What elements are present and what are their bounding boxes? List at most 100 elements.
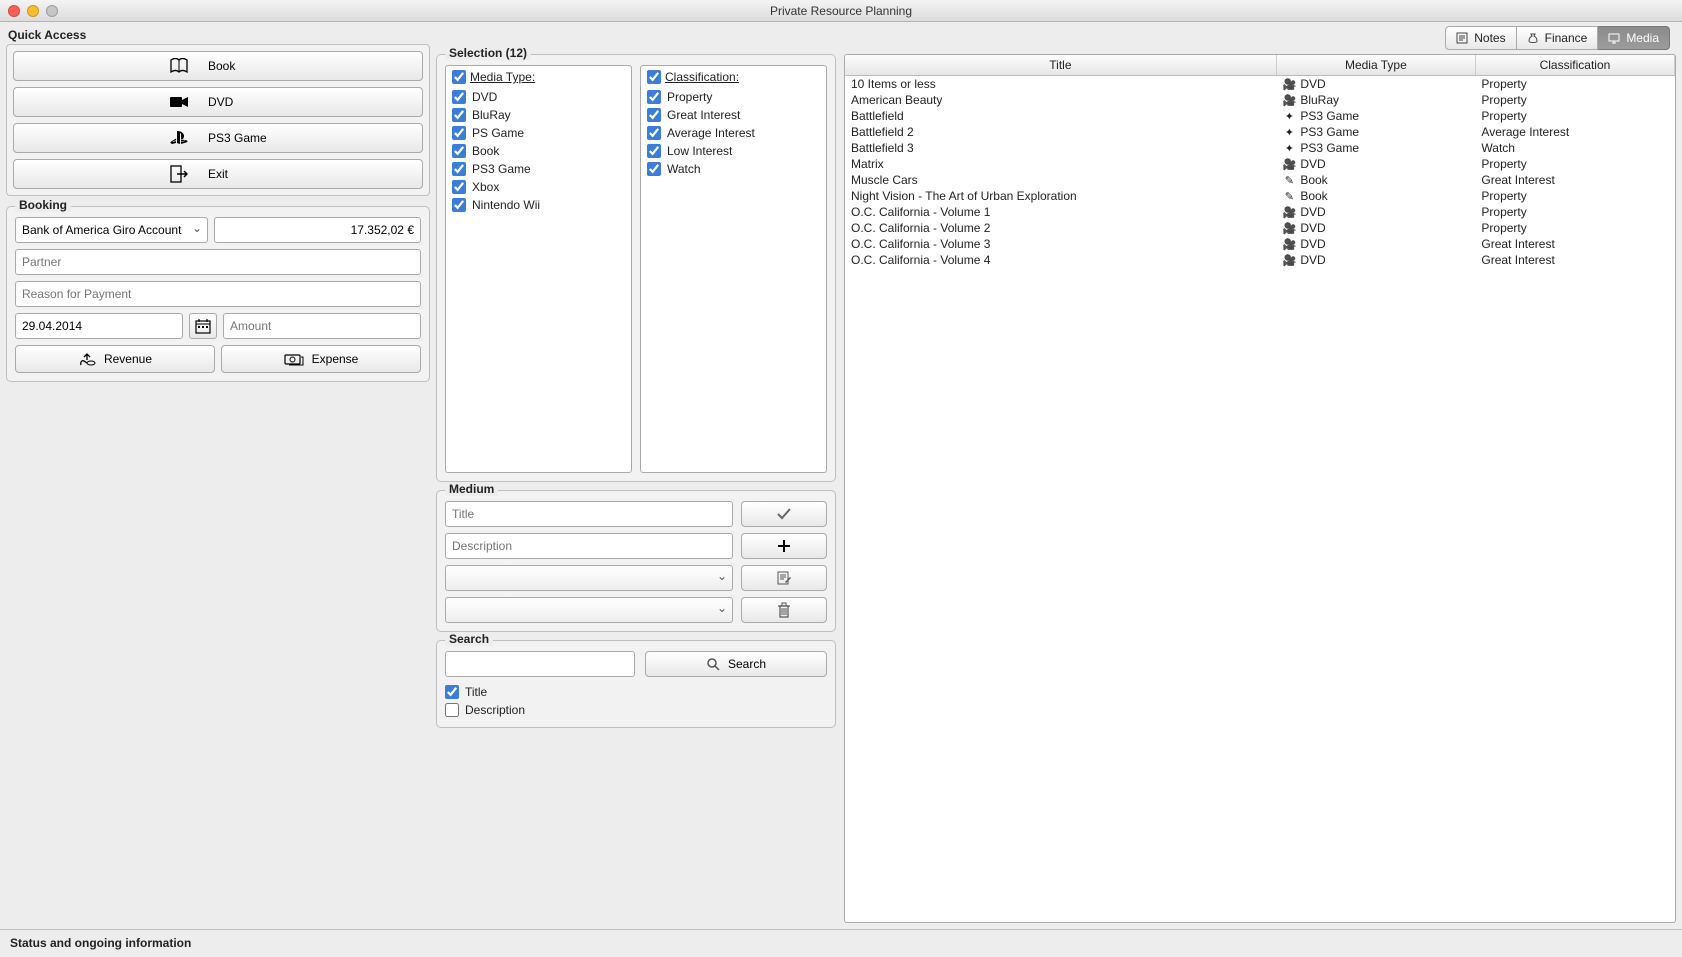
media-type-checkbox[interactable] <box>452 108 466 122</box>
medium-classification-select[interactable] <box>445 597 733 623</box>
video-camera-icon: 🎥 <box>1282 238 1296 251</box>
table-row[interactable]: Muscle Cars✎BookGreat Interest <box>845 172 1675 188</box>
medium-confirm-button[interactable] <box>741 501 827 527</box>
table-row[interactable]: Matrix🎥DVDProperty <box>845 156 1675 172</box>
medium-title-input[interactable] <box>445 501 733 527</box>
revenue-button[interactable]: Revenue <box>15 345 215 373</box>
media-type-option-label: BluRay <box>472 108 511 122</box>
table-row[interactable]: O.C. California - Volume 4🎥DVDGreat Inte… <box>845 252 1675 268</box>
amount-input[interactable] <box>223 313 421 339</box>
expense-button[interactable]: Expense <box>221 345 421 373</box>
tab-notes[interactable]: Notes <box>1445 26 1516 50</box>
classification-checkbox[interactable] <box>647 162 661 176</box>
quick-access-book-label: Book <box>208 59 268 73</box>
revenue-icon <box>78 352 96 366</box>
table-row[interactable]: O.C. California - Volume 2🎥DVDProperty <box>845 220 1675 236</box>
classification-checkbox[interactable] <box>647 144 661 158</box>
medium-delete-button[interactable] <box>741 597 827 623</box>
cell-classification: Property <box>1475 188 1674 204</box>
media-type-checkbox[interactable] <box>452 198 466 212</box>
cell-media-type: 🎥DVD <box>1276 156 1475 172</box>
search-description-checkbox[interactable] <box>445 703 459 717</box>
media-type-option-label: Nintendo Wii <box>472 198 540 212</box>
classification-checkbox[interactable] <box>647 108 661 122</box>
quick-access-dvd-button[interactable]: DVD <box>13 87 423 117</box>
search-title-checkbox[interactable] <box>445 685 459 699</box>
cell-media-type: ✦PS3 Game <box>1276 108 1475 124</box>
search-input[interactable] <box>445 651 635 677</box>
classification-checkbox[interactable] <box>647 90 661 104</box>
calendar-icon <box>195 318 211 334</box>
cell-classification: Great Interest <box>1475 172 1674 188</box>
game-icon: ✦ <box>1282 126 1296 139</box>
col-header-media-type[interactable]: Media Type <box>1276 55 1475 76</box>
table-row[interactable]: O.C. California - Volume 1🎥DVDProperty <box>845 204 1675 220</box>
quick-access-ps3-button[interactable]: PS3 Game <box>13 123 423 153</box>
quick-access-ps3-label: PS3 Game <box>208 131 268 145</box>
cell-title: O.C. California - Volume 2 <box>845 220 1276 236</box>
tab-finance[interactable]: Finance <box>1517 26 1599 50</box>
booking-group: Booking Bank of America Giro Account <box>6 206 430 382</box>
reason-input[interactable] <box>15 281 421 307</box>
tab-notes-label: Notes <box>1474 31 1505 45</box>
col-header-title[interactable]: Title <box>845 55 1276 76</box>
partner-input[interactable] <box>15 249 421 275</box>
cell-media-type: 🎥DVD <box>1276 236 1475 252</box>
media-type-panel: Media Type: DVDBluRayPS GameBookPS3 Game… <box>445 65 632 473</box>
calendar-button[interactable] <box>189 313 217 339</box>
cell-classification: Great Interest <box>1475 236 1674 252</box>
media-type-all-checkbox[interactable] <box>452 70 466 84</box>
quick-access-book-button[interactable]: Book <box>13 51 423 81</box>
media-type-checkbox[interactable] <box>452 126 466 140</box>
table-row[interactable]: American Beauty🎥BluRayProperty <box>845 92 1675 108</box>
zoom-window-button[interactable] <box>46 5 58 17</box>
quick-access-exit-button[interactable]: Exit <box>13 159 423 189</box>
video-camera-icon: 🎥 <box>1282 254 1296 267</box>
close-window-button[interactable] <box>8 5 20 17</box>
account-select[interactable]: Bank of America Giro Account <box>15 217 208 243</box>
medium-edit-button[interactable] <box>741 565 827 591</box>
table-row[interactable]: Battlefield 2✦PS3 GameAverage Interest <box>845 124 1675 140</box>
medium-label: Medium <box>445 482 498 496</box>
booking-label: Booking <box>15 198 71 212</box>
classification-all-checkbox[interactable] <box>647 70 661 84</box>
cell-title: American Beauty <box>845 92 1276 108</box>
media-type-checkbox[interactable] <box>452 162 466 176</box>
date-input[interactable] <box>15 313 183 339</box>
cell-title: O.C. California - Volume 3 <box>845 236 1276 252</box>
medium-description-input[interactable] <box>445 533 733 559</box>
expense-label: Expense <box>312 352 359 366</box>
classification-option-label: Average Interest <box>667 126 755 140</box>
medium-type-select[interactable] <box>445 565 733 591</box>
cell-title: 10 Items or less <box>845 76 1276 93</box>
table-row[interactable]: Battlefield✦PS3 GameProperty <box>845 108 1675 124</box>
edit-note-icon <box>776 570 792 586</box>
titlebar: Private Resource Planning <box>0 0 1682 22</box>
media-table[interactable]: Title Media Type Classification 10 Items… <box>844 54 1676 923</box>
plus-icon <box>777 539 791 553</box>
money-bag-icon <box>1527 32 1539 44</box>
table-row[interactable]: 10 Items or less🎥DVDProperty <box>845 76 1675 93</box>
tab-finance-label: Finance <box>1545 31 1588 45</box>
cell-media-type: 🎥DVD <box>1276 220 1475 236</box>
media-type-checkbox[interactable] <box>452 180 466 194</box>
media-type-option-label: PS Game <box>472 126 524 140</box>
media-type-checkbox[interactable] <box>452 90 466 104</box>
monitor-icon <box>1608 32 1620 44</box>
book-icon <box>168 58 190 74</box>
classification-checkbox[interactable] <box>647 126 661 140</box>
col-header-classification[interactable]: Classification <box>1475 55 1674 76</box>
medium-add-button[interactable] <box>741 533 827 559</box>
cell-title: Battlefield <box>845 108 1276 124</box>
search-button[interactable]: Search <box>645 651 827 677</box>
selection-group: Selection (12) Media Type: DVDBluRayPS G… <box>436 54 836 482</box>
tab-media[interactable]: Media <box>1598 26 1670 50</box>
table-row[interactable]: O.C. California - Volume 3🎥DVDGreat Inte… <box>845 236 1675 252</box>
book-icon: ✎ <box>1282 174 1296 187</box>
media-type-checkbox[interactable] <box>452 144 466 158</box>
classification-option-label: Low Interest <box>667 144 732 158</box>
minimize-window-button[interactable] <box>27 5 39 17</box>
cell-title: Battlefield 2 <box>845 124 1276 140</box>
table-row[interactable]: Night Vision - The Art of Urban Explorat… <box>845 188 1675 204</box>
table-row[interactable]: Battlefield 3✦PS3 GameWatch <box>845 140 1675 156</box>
